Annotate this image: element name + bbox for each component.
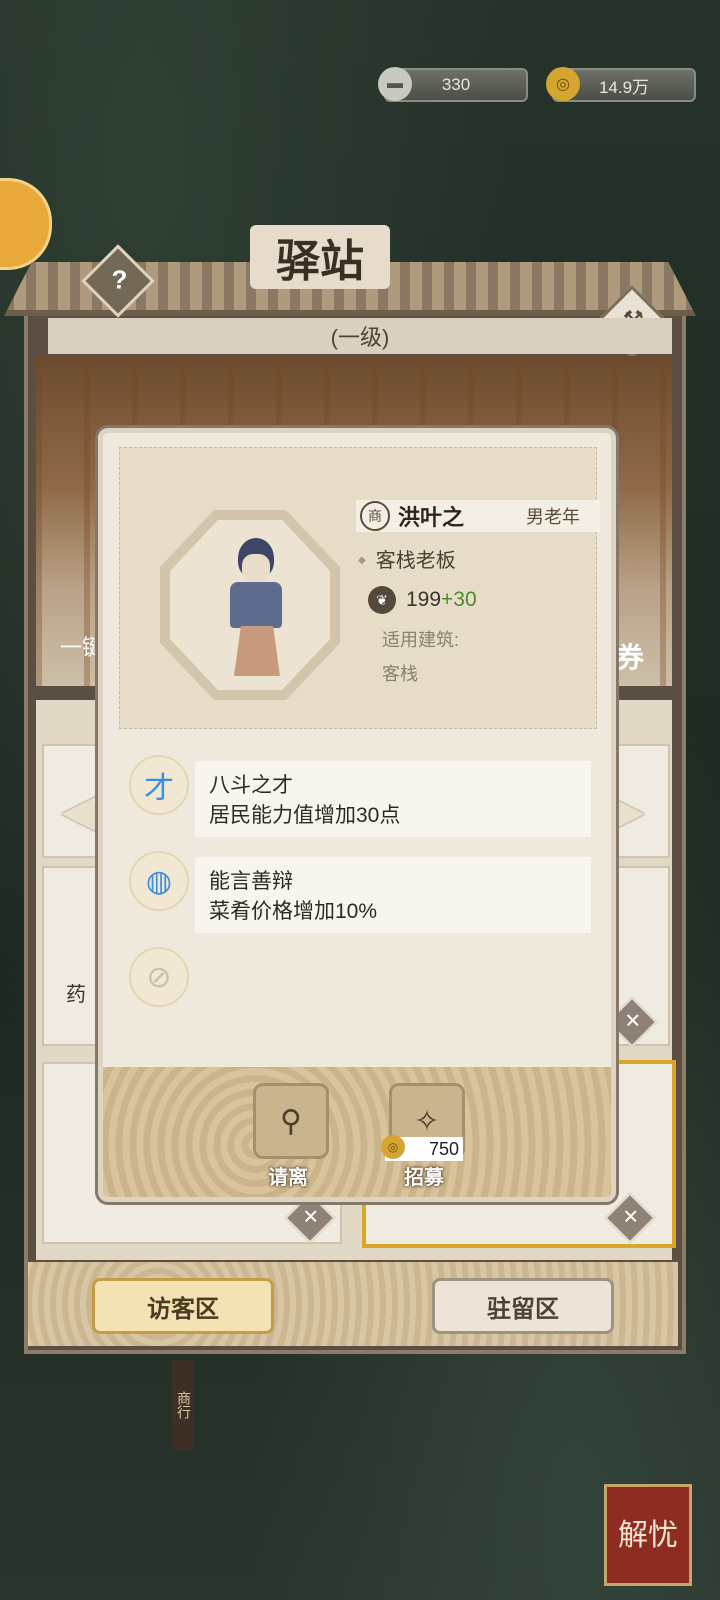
- building-level: (一级): [48, 318, 672, 354]
- portrait-frame: [160, 510, 340, 700]
- skill-name: 八斗之才: [209, 774, 293, 797]
- close-icon: ✕: [624, 1010, 642, 1033]
- building-title-text: 驿站: [250, 225, 390, 289]
- applicable-building-value: 客栈: [382, 664, 418, 684]
- copper-coin-icon: ◎: [381, 1135, 405, 1159]
- stamp-text: 解忧: [618, 1517, 678, 1553]
- character-profile-card: 商 洪叶之 男老年 客栈老板 ❦ 199 +30 适用建筑: 客栈: [119, 447, 600, 729]
- ability-leaf-icon: ❦: [368, 586, 396, 614]
- character-portrait: [226, 538, 286, 678]
- empty-slot-icon: ⊘: [129, 947, 189, 1007]
- recruit-label: 招募: [404, 1165, 444, 1189]
- character-detail-modal: 商 洪叶之 男老年 客栈老板 ❦ 199 +30 适用建筑: 客栈 才 八斗之才…: [98, 428, 616, 1202]
- ability-base-value: 199: [406, 588, 442, 611]
- dismiss-label: 请离: [268, 1165, 308, 1189]
- brush-stroke-icon[interactable]: 才: [129, 755, 189, 815]
- recruit-cost: ◎ 750: [381, 1135, 463, 1161]
- ability-bonus-value: +30: [441, 588, 477, 611]
- copper-coin-icon: ◎: [546, 67, 580, 101]
- shop-sign: 商行: [172, 1360, 194, 1450]
- skill-row: 八斗之才 居民能力值增加30点: [195, 761, 591, 837]
- arrow-left-icon: ◀: [61, 784, 97, 836]
- character-name-row: 商 洪叶之 男老年: [356, 500, 600, 532]
- dismiss-button[interactable]: ⚲: [253, 1083, 329, 1159]
- close-icon: ✕: [302, 1206, 320, 1229]
- skill-description: 居民能力值增加30点: [209, 804, 401, 827]
- coin-amount: 14.9万: [598, 77, 650, 97]
- silver-amount: 330: [441, 75, 471, 94]
- modal-action-bar: ⚲ 请离 ✧ ◎ 750 招募: [103, 1067, 611, 1197]
- silver-counter[interactable]: ▬ 330: [378, 67, 528, 102]
- broom-icon: ⚲: [280, 1104, 302, 1138]
- question-icon: ?: [111, 264, 128, 295]
- skill-description: 菜肴价格增加10%: [209, 900, 378, 923]
- coin-counter[interactable]: ◎ 14.9万: [546, 67, 696, 102]
- character-gender-age: 男老年: [526, 507, 580, 527]
- coin-hand-icon: ✧: [414, 1104, 440, 1138]
- voucher-label: 券: [616, 642, 645, 673]
- recruit-cost-value: 750: [428, 1138, 459, 1159]
- tab-visitor-area[interactable]: 访客区: [92, 1278, 274, 1334]
- silver-ingot-icon: ▬: [378, 67, 412, 101]
- applicable-building-label: 适用建筑:: [382, 630, 460, 650]
- relief-stamp-button[interactable]: 解忧: [604, 1484, 692, 1586]
- close-icon: ✕: [622, 1206, 640, 1229]
- skill-name: 能言善辩: [209, 870, 293, 893]
- merchant-badge-icon: 商: [360, 501, 390, 531]
- tab-resident-area[interactable]: 驻留区: [432, 1278, 614, 1334]
- visitor-slot-label: 药: [66, 984, 86, 1006]
- building-title: 驿站: [160, 225, 480, 289]
- character-name: 洪叶之: [398, 505, 465, 531]
- ability-value-row: ❦ 199 +30: [368, 586, 477, 614]
- character-occupation: 客栈老板: [368, 544, 456, 573]
- dumpling-plate-icon[interactable]: ◍: [129, 851, 189, 911]
- skill-row: 能言善辩 菜肴价格增加10%: [195, 857, 591, 933]
